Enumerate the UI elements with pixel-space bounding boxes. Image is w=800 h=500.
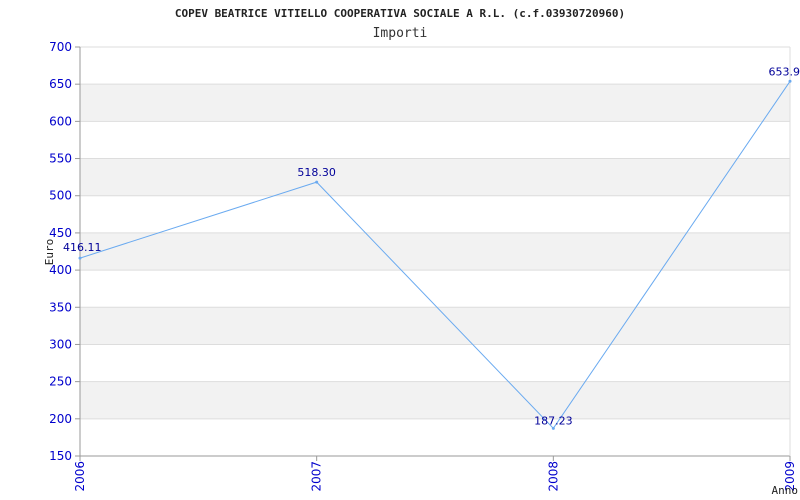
y-tick-label: 350 — [49, 300, 72, 314]
plot-bands — [80, 84, 790, 419]
data-label: 416.11 — [63, 241, 102, 254]
x-tick-labels: 2006 2007 2008 2009 — [73, 461, 797, 492]
chart: 150200250300350400450500550600650700 200… — [43, 7, 800, 497]
data-point — [788, 79, 792, 83]
y-tick-label: 450 — [49, 226, 72, 240]
plot-band — [80, 381, 790, 419]
y-tick-label: 500 — [49, 189, 72, 203]
x-tick-label: 2007 — [310, 461, 324, 492]
data-label: 653.9 — [769, 65, 800, 78]
y-tick-label: 600 — [49, 114, 72, 128]
chart-title: COPEV BEATRICE VITIELLO COOPERATIVA SOCI… — [175, 7, 625, 20]
y-axis-label: Euro — [43, 239, 56, 266]
chart-subtitle: Importi — [373, 26, 428, 41]
y-tick-label: 300 — [49, 337, 72, 351]
plot-band — [80, 158, 790, 196]
x-tick-label: 2008 — [546, 461, 560, 492]
y-tick-label: 150 — [49, 449, 72, 463]
y-tick-label: 650 — [49, 77, 72, 91]
data-point — [315, 180, 319, 184]
data-point — [78, 256, 82, 260]
y-tick-label: 550 — [49, 152, 72, 166]
data-label: 518.30 — [297, 166, 336, 179]
y-tick-label: 200 — [49, 412, 72, 426]
x-axis-label: Anno — [772, 484, 799, 497]
y-tick-label: 700 — [49, 40, 72, 54]
plot-band — [80, 84, 790, 122]
plot-band — [80, 307, 790, 345]
y-tick-label: 250 — [49, 375, 72, 389]
plot-band — [80, 232, 790, 271]
x-tick-label: 2006 — [73, 461, 87, 492]
data-label: 187.23 — [534, 414, 573, 427]
